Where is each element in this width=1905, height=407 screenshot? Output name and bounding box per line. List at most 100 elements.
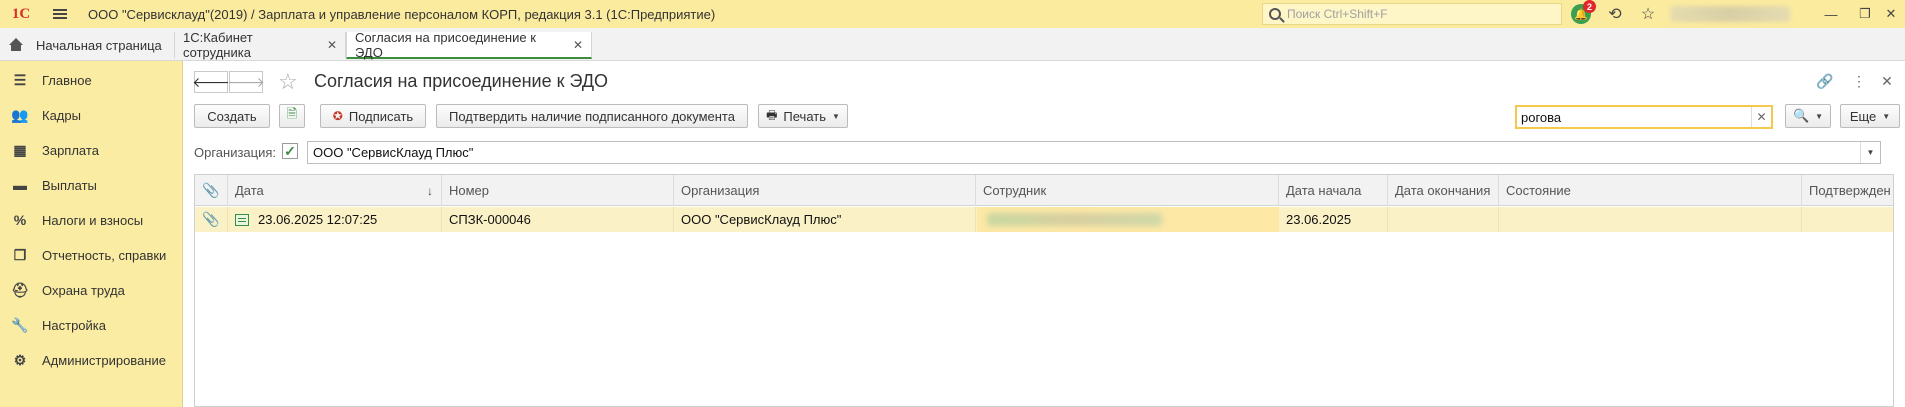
sign-button-label: Подписать	[348, 108, 414, 124]
organization-field[interactable]: ООО "СервисКлауд Плюс" ▼	[307, 141, 1881, 164]
confirm-signed-button[interactable]: Подтвердить наличие подписанного докумен…	[436, 104, 748, 128]
organization-filter-checkbox[interactable]: ✓	[282, 143, 298, 159]
sidebar-item-reports[interactable]: ❐ Отчетность, справки	[0, 240, 183, 270]
hamburger-icon	[53, 13, 67, 15]
link-icon[interactable]: 🔗	[1816, 72, 1834, 90]
form-area: 🡐 🡒 ☆ Согласия на присоединение к ЭДО 🔗 …	[184, 61, 1905, 407]
user-name[interactable]	[1670, 6, 1790, 22]
chevron-down-icon: ▼	[1815, 111, 1824, 121]
tab-edo-consents-label: Согласия на присоединение к ЭДО	[355, 29, 536, 60]
organization-value: ООО "СервисКлауд Плюс"	[313, 145, 474, 160]
tab-employee-cabinet[interactable]: 1С:Кабинет сотрудника ✕	[175, 30, 346, 60]
attachment-column-header[interactable]: 📎	[195, 175, 228, 206]
tab-employee-cabinet-label: 1С:Кабинет сотрудника	[183, 30, 253, 60]
helmet-icon: ⛑	[11, 281, 29, 298]
sidebar-item-payments[interactable]: ▬ Выплаты	[0, 170, 183, 200]
sidebar-item-taxes[interactable]: % Налоги и взносы	[0, 205, 183, 235]
cell-organization: ООО "СервисКлауд Плюс"	[674, 207, 976, 232]
search-options-button[interactable]: 🔍 ▼	[1785, 104, 1831, 128]
sidebar-item-label: Отчетность, справки	[42, 247, 167, 263]
sidebar-item-main[interactable]: ☰ Главное	[0, 65, 183, 95]
print-button-label: Печать	[783, 108, 826, 124]
column-header-employee[interactable]: Сотрудник	[976, 175, 1279, 206]
home-icon	[8, 38, 24, 52]
sign-button[interactable]: ✪ Подписать	[320, 104, 426, 128]
clear-search-icon[interactable]: ✕	[1751, 107, 1771, 127]
close-tab-icon[interactable]: ✕	[327, 38, 337, 52]
column-header-date[interactable]: Дата ↓	[228, 175, 442, 206]
app-title: ООО "Сервисклауд"(2019) / Зарплата и упр…	[88, 6, 716, 22]
more-button[interactable]: Еще ▼	[1840, 104, 1900, 128]
column-header-organization[interactable]: Организация	[674, 175, 976, 206]
search-input[interactable]: рогова ✕	[1515, 105, 1773, 129]
tab-home[interactable]: Начальная страница	[0, 32, 175, 58]
column-header-state[interactable]: Состояние	[1499, 175, 1802, 206]
sidebar-item-label: Кадры	[42, 107, 81, 123]
close-form-icon[interactable]: ✕	[1878, 72, 1896, 90]
column-header-end-date[interactable]: Дата окончания	[1388, 175, 1499, 206]
menu-icon: ☰	[13, 71, 27, 88]
cell-end-date	[1388, 207, 1499, 232]
sidebar-item-hr[interactable]: 👥 Кадры	[0, 100, 183, 130]
restore-button[interactable]: ❐	[1854, 3, 1876, 25]
tabs-bar: Начальная страница 1С:Кабинет сотрудника…	[0, 28, 1905, 61]
main-menu-button[interactable]	[46, 0, 74, 28]
create-button[interactable]: Создать	[194, 104, 270, 128]
printer-icon: 🖶	[766, 107, 778, 122]
wrench-icon: 🔧	[11, 316, 29, 333]
more-vertical-icon[interactable]: ⋮	[1850, 72, 1868, 90]
tab-edo-consents[interactable]: Согласия на присоединение к ЭДО ✕	[346, 29, 592, 60]
notifications-button[interactable]: 🔔 2	[1570, 0, 1596, 25]
back-button[interactable]: 🡐	[192, 71, 230, 93]
notifications-badge: 2	[1583, 0, 1596, 13]
1c-logo-icon[interactable]: 1С	[6, 0, 36, 28]
copy-doc-button[interactable]: 🗎	[279, 104, 305, 128]
gear-icon: ⚙	[13, 351, 27, 368]
employee-name-redacted	[987, 213, 1162, 226]
global-search-placeholder: Поиск Ctrl+Shift+F	[1287, 7, 1388, 21]
print-button[interactable]: 🖶 Печать ▼	[758, 104, 848, 128]
table-row[interactable]: 📎 23.06.2025 12:07:25 СПЗК-000046 ООО "С…	[195, 207, 1893, 232]
chevron-down-icon: ▼	[832, 111, 840, 121]
close-window-button[interactable]: ✕	[1880, 3, 1902, 25]
column-header-number[interactable]: Номер	[442, 175, 674, 206]
sidebar-item-label: Налоги и взносы	[42, 212, 144, 228]
people-icon: 👥	[11, 106, 29, 123]
sort-down-icon: ↓	[427, 183, 433, 198]
sidebar-item-label: Главное	[42, 72, 92, 88]
sidebar-item-label: Выплаты	[42, 177, 97, 193]
close-tab-icon[interactable]: ✕	[573, 38, 583, 52]
forward-button[interactable]: 🡒	[227, 71, 265, 93]
sidebar-item-admin[interactable]: ⚙ Администрирование	[0, 345, 183, 375]
column-header-start-date[interactable]: Дата начала	[1279, 175, 1388, 206]
add-favorite-star-icon[interactable]: ☆	[278, 69, 298, 95]
cell-start-date: 23.06.2025	[1279, 207, 1388, 232]
cell-confirmed	[1802, 207, 1895, 232]
chevron-down-icon[interactable]: ▼	[1860, 142, 1880, 163]
sidebar-item-settings[interactable]: 🔧 Настройка	[0, 310, 183, 340]
percent-icon: %	[13, 212, 27, 228]
calculator-icon: ▦	[13, 141, 27, 158]
paperclip-icon: 📎	[202, 182, 220, 198]
arrow-right-icon: 🡒	[227, 73, 265, 90]
cell-state	[1499, 207, 1802, 232]
table-header: 📎 Дата ↓ Номер Организация Сотрудник Дат…	[195, 175, 1893, 206]
favorites-icon[interactable]: ☆	[1637, 3, 1659, 25]
search-icon: 🔍	[1792, 108, 1810, 123]
minimize-button[interactable]: —	[1820, 3, 1842, 25]
sidebar-item-label: Администрирование	[42, 352, 166, 368]
history-icon[interactable]: ⟲	[1604, 3, 1626, 25]
wallet-icon: ▬	[13, 177, 27, 193]
sidebar-item-safety[interactable]: ⛑ Охрана труда	[0, 275, 183, 305]
column-header-label: Дата	[235, 183, 264, 198]
column-header-confirmed[interactable]: Подтвержден	[1802, 175, 1895, 206]
sidebar-item-label: Настройка	[42, 317, 106, 333]
global-search-input[interactable]: Поиск Ctrl+Shift+F	[1262, 3, 1562, 25]
arrow-left-icon: 🡐	[192, 73, 230, 90]
search-input-value: рогова	[1521, 109, 1562, 125]
cell-date-value: 23.06.2025 12:07:25	[258, 212, 378, 227]
sidebar-item-salary[interactable]: ▦ Зарплата	[0, 135, 183, 165]
sidebar-item-label: Охрана труда	[42, 282, 125, 298]
document-green-icon: 🗎	[286, 106, 298, 121]
cell-date: 23.06.2025 12:07:25	[228, 207, 442, 232]
